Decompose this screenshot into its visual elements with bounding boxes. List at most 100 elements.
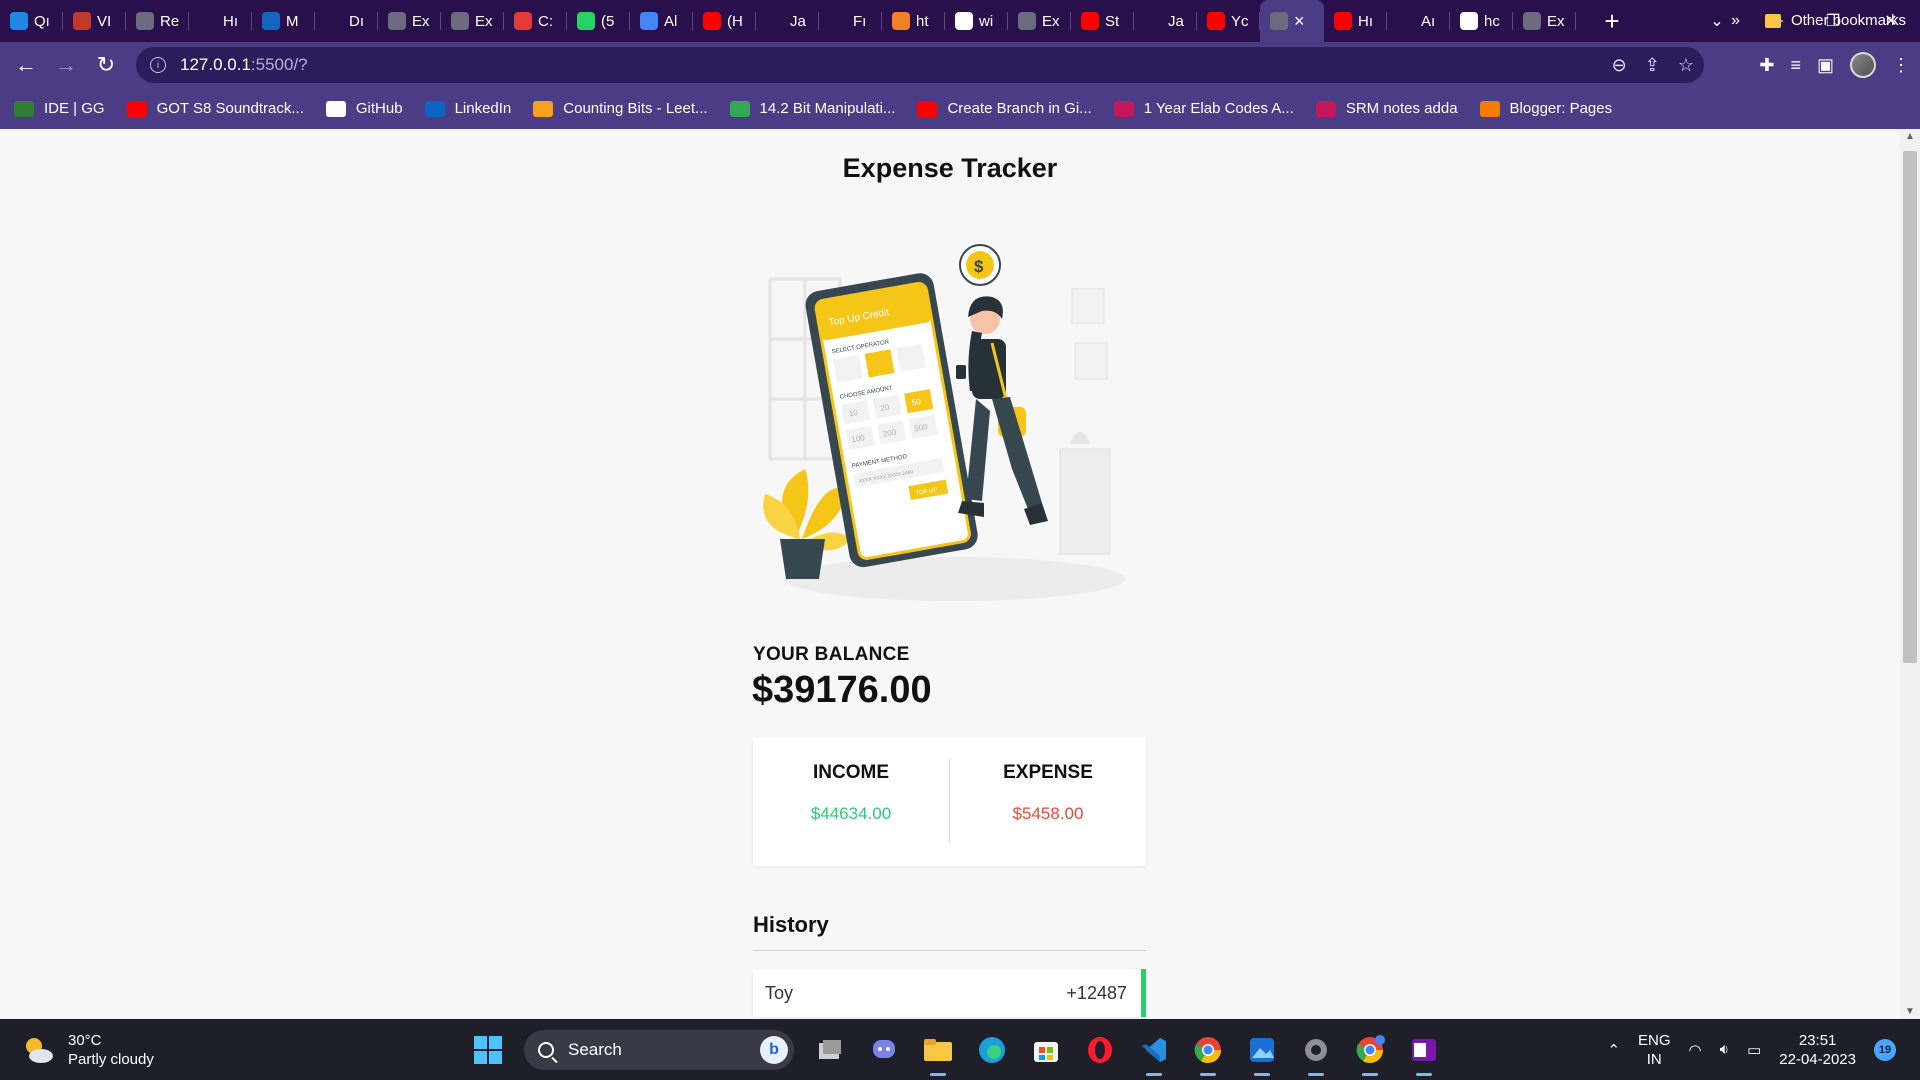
system-tray: ⌃ ENG IN ◠ 🔉︎ ▭ 23:51 22-04-2023 19 bbox=[1607, 1019, 1896, 1080]
bookmark-item[interactable]: Counting Bits - Leet... bbox=[533, 100, 708, 117]
tab-title: Ex bbox=[1547, 12, 1565, 30]
chrome-icon[interactable] bbox=[1190, 1032, 1226, 1076]
weather-widget[interactable]: 30°C Partly cloudy bbox=[22, 1031, 154, 1069]
browser-tab[interactable]: Qı bbox=[0, 0, 63, 42]
onenote-icon[interactable] bbox=[1406, 1032, 1442, 1076]
tab-active[interactable]: × bbox=[1260, 0, 1324, 42]
zoom-icon[interactable]: ⊖ bbox=[1612, 55, 1627, 76]
browser-tab[interactable]: Ex bbox=[1513, 0, 1576, 42]
browser-tab[interactable]: C: bbox=[504, 0, 567, 42]
tray-overflow-icon[interactable]: ⌃ bbox=[1607, 1041, 1620, 1059]
clock[interactable]: 23:51 22-04-2023 bbox=[1779, 1031, 1856, 1069]
tab-title: Ja bbox=[1168, 12, 1184, 30]
taskbar-search-box[interactable]: Search b bbox=[524, 1029, 794, 1070]
browser-tab[interactable]: Re bbox=[126, 0, 189, 42]
whatsapp-icon bbox=[577, 12, 595, 30]
address-bar[interactable]: i 127.0.0.1:5500/? ⊖ ⇪ ☆ bbox=[136, 47, 1704, 83]
browser-tab[interactable]: Dı bbox=[315, 0, 378, 42]
side-panel-icon[interactable]: ▣ bbox=[1817, 55, 1834, 76]
extensions-icon[interactable]: ✚ bbox=[1759, 55, 1774, 76]
browser-tab[interactable]: Yc bbox=[1197, 0, 1260, 42]
bing-icon[interactable]: b bbox=[760, 1035, 788, 1064]
page-scrollbar[interactable]: ▲ ▼ bbox=[1900, 129, 1920, 1019]
bookmark-item[interactable]: LinkedIn bbox=[424, 100, 511, 117]
m-icon bbox=[1397, 12, 1415, 30]
bookmark-favicon-icon bbox=[424, 100, 445, 117]
history-list-item[interactable]: Toy +12487 bbox=[753, 969, 1146, 1017]
browser-tab[interactable]: Ja bbox=[1134, 0, 1197, 42]
wifi-icon[interactable]: ◠ bbox=[1689, 1041, 1702, 1059]
browser-tab[interactable]: M bbox=[252, 0, 315, 42]
browser-tab[interactable]: Ex bbox=[1008, 0, 1071, 42]
share-icon[interactable]: ⇪ bbox=[1645, 55, 1660, 76]
browser-tab[interactable]: Ex bbox=[378, 0, 441, 42]
opera-icon[interactable] bbox=[1082, 1032, 1118, 1068]
bookmark-favicon-icon bbox=[14, 100, 34, 117]
bookmark-item[interactable]: Blogger: Pages bbox=[1479, 100, 1612, 117]
browser-tab[interactable]: (H bbox=[693, 0, 756, 42]
browser-tab[interactable]: Hı bbox=[189, 0, 252, 42]
chrome-profile-icon[interactable] bbox=[1352, 1032, 1388, 1076]
language-code: ENG bbox=[1638, 1031, 1671, 1049]
bookmark-item[interactable]: IDE | GG bbox=[14, 100, 105, 117]
browser-tab[interactable]: Fı bbox=[819, 0, 882, 42]
bookmark-label: IDE | GG bbox=[44, 100, 105, 117]
region-code: IN bbox=[1646, 1050, 1662, 1068]
bookmark-item[interactable]: GitHub bbox=[325, 100, 403, 117]
close-tab-icon[interactable]: × bbox=[1294, 12, 1305, 30]
browser-tab[interactable]: Al bbox=[630, 0, 693, 42]
volume-icon[interactable]: 🔉︎ bbox=[1720, 1041, 1729, 1058]
media-control-icon[interactable]: ≡ bbox=[1790, 55, 1801, 76]
start-windows-icon[interactable] bbox=[470, 1032, 506, 1068]
bookmark-item[interactable]: 14.2 Bit Manipulati... bbox=[729, 100, 896, 117]
weather-description: Partly cloudy bbox=[68, 1051, 154, 1068]
browser-tab[interactable]: ht bbox=[882, 0, 945, 42]
browser-tab[interactable]: Hı bbox=[1324, 0, 1387, 42]
battery-icon[interactable]: ▭ bbox=[1747, 1041, 1761, 1059]
browser-tab[interactable]: hc bbox=[1450, 0, 1513, 42]
bookmark-label: 14.2 Bit Manipulati... bbox=[759, 100, 896, 117]
w-icon bbox=[1144, 12, 1162, 30]
browser-tab[interactable]: Ex bbox=[441, 0, 504, 42]
browser-tab[interactable]: Ja bbox=[756, 0, 819, 42]
browser-tab[interactable]: VI bbox=[63, 0, 126, 42]
site-info-icon[interactable]: i bbox=[150, 57, 166, 73]
bookmark-item[interactable]: 1 Year Elab Codes A... bbox=[1113, 100, 1294, 117]
scroll-down-icon[interactable]: ▼ bbox=[1900, 1006, 1920, 1017]
bookmark-item[interactable]: SRM notes adda bbox=[1315, 100, 1458, 117]
browser-tab[interactable]: Aı bbox=[1387, 0, 1450, 42]
browser-tab[interactable]: (5 bbox=[567, 0, 630, 42]
notification-badge[interactable]: 19 bbox=[1874, 1038, 1896, 1061]
forward-icon[interactable]: → bbox=[46, 45, 86, 85]
m-icon bbox=[262, 12, 280, 30]
scroll-up-icon[interactable]: ▲ bbox=[1900, 131, 1920, 142]
tab-title: (H bbox=[727, 12, 743, 30]
bookmark-star-icon[interactable]: ☆ bbox=[1678, 55, 1694, 76]
profile-avatar[interactable] bbox=[1850, 52, 1876, 78]
bookmarks-overflow-button[interactable]: » bbox=[1731, 0, 1740, 41]
scrollbar-thumb[interactable] bbox=[1903, 151, 1917, 663]
edge-icon[interactable] bbox=[974, 1032, 1010, 1068]
partly-cloudy-icon bbox=[26, 1038, 53, 1063]
browser-tab[interactable]: St bbox=[1071, 0, 1134, 42]
reload-icon[interactable]: ↻ bbox=[86, 45, 126, 85]
settings-icon[interactable] bbox=[1298, 1032, 1334, 1076]
teams-icon[interactable] bbox=[866, 1032, 902, 1068]
code-icon bbox=[199, 12, 217, 30]
store-icon[interactable] bbox=[1028, 1032, 1064, 1068]
task-view-icon[interactable] bbox=[812, 1032, 848, 1068]
vscode-icon[interactable] bbox=[1136, 1032, 1172, 1076]
youtube-icon bbox=[1334, 12, 1352, 30]
photos-icon[interactable] bbox=[1244, 1032, 1280, 1076]
taskbar-search-placeholder: Search bbox=[568, 1039, 622, 1059]
browser-tab[interactable]: wi bbox=[945, 0, 1008, 42]
other-bookmarks-folder[interactable]: Other bookmarks bbox=[1764, 0, 1906, 41]
new-tab-button[interactable]: + bbox=[1586, 0, 1638, 42]
bookmark-item[interactable]: Create Branch in Gi... bbox=[917, 100, 1092, 117]
file-explorer-icon[interactable] bbox=[920, 1032, 956, 1076]
menu-kebab-icon[interactable]: ⋮ bbox=[1892, 55, 1910, 76]
input-language[interactable]: ENG IN bbox=[1638, 1031, 1671, 1069]
back-icon[interactable]: ← bbox=[6, 45, 46, 85]
clock-date: 22-04-2023 bbox=[1779, 1050, 1856, 1068]
bookmark-item[interactable]: GOT S8 Soundtrack... bbox=[126, 100, 304, 117]
